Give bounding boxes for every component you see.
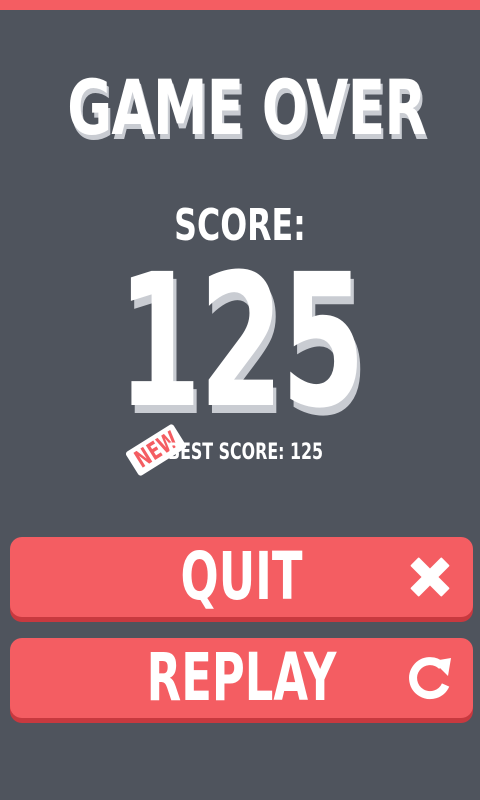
quit-button-label: QUIT [180, 538, 303, 615]
quit-button[interactable]: QUIT [10, 537, 473, 617]
best-score-text: BEST SCORE: 125 [168, 440, 324, 465]
close-icon [410, 557, 450, 597]
replay-button[interactable]: REPLAY [10, 638, 473, 718]
top-accent-bar [0, 0, 480, 10]
best-score-row: NEW BEST SCORE: 125 [124, 423, 368, 478]
game-over-title: GAME OVER [67, 63, 426, 152]
replay-button-label: REPLAY [146, 639, 337, 716]
score-value: 125 [117, 235, 365, 449]
refresh-icon [409, 657, 451, 700]
